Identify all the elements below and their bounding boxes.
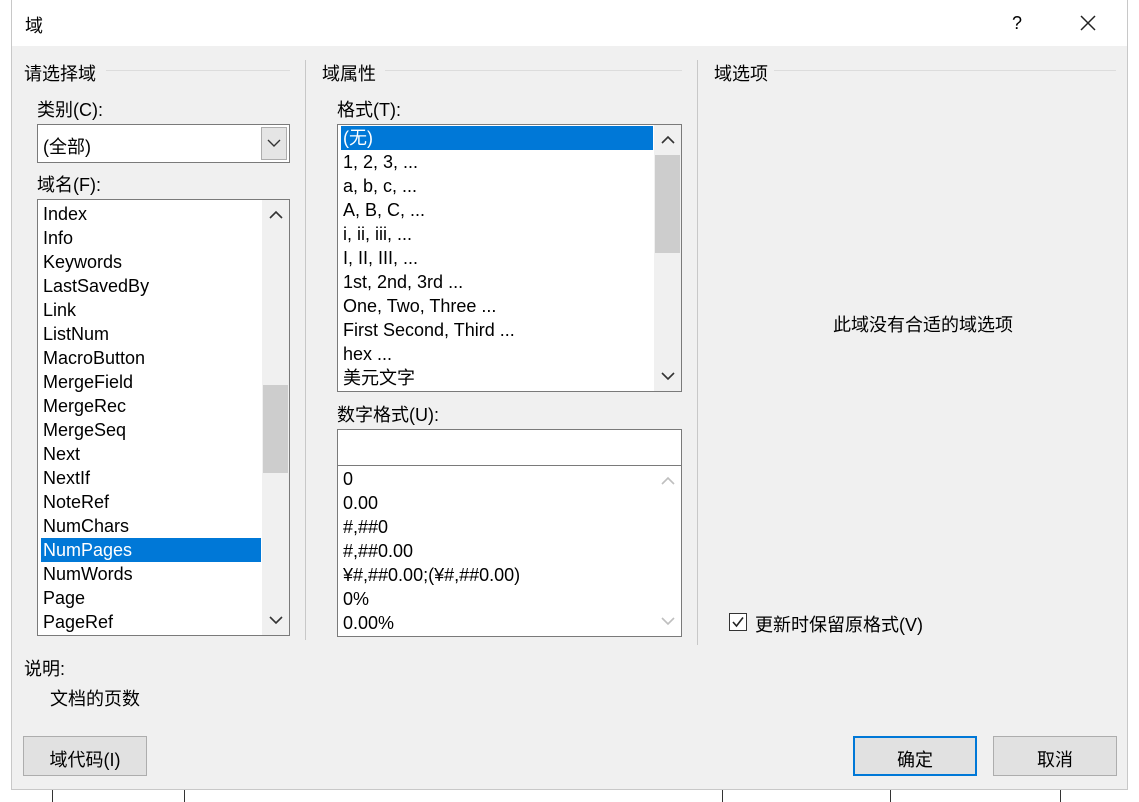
list-item[interactable]: NumChars <box>41 514 261 538</box>
chevron-down-icon <box>267 139 281 147</box>
field-name-list[interactable]: PageRef Page NumWords NumPages NumChars NoteR… <box>37 199 290 636</box>
ruler-tick <box>184 790 185 802</box>
list-item[interactable]: #,##0 <box>341 515 653 539</box>
ok-button-label: 确定 <box>897 750 933 770</box>
numformat-label: 数字格式(U): <box>337 405 439 425</box>
scroll-up-button[interactable] <box>262 203 289 227</box>
close-icon <box>1080 15 1096 31</box>
category-dropdown-button[interactable] <box>261 127 287 160</box>
select-field-group-title: 请选择域 <box>24 64 96 84</box>
list-item[interactable]: ¥#,##0.00;(¥#,##0.00) <box>341 563 653 587</box>
fieldname-label: 域名(F): <box>37 175 101 195</box>
list-item[interactable]: Keywords <box>41 250 261 274</box>
format-list-scrollbar[interactable] <box>654 125 681 391</box>
list-item[interactable]: 1, 2, 3, ... <box>341 150 653 174</box>
list-item[interactable]: MergeRec <box>41 394 261 418</box>
field-codes-button-label: 域代码(I) <box>49 750 121 770</box>
scroll-thumb[interactable] <box>263 385 288 473</box>
cancel-button[interactable]: 取消 <box>993 736 1117 776</box>
chevron-down-icon <box>661 617 675 626</box>
group-divider <box>106 70 290 71</box>
list-item[interactable]: hex ... <box>341 342 653 366</box>
scroll-down-button[interactable] <box>262 608 289 632</box>
field-codes-button[interactable]: 域代码(I) <box>23 736 147 776</box>
field-properties-group-title: 域属性 <box>322 64 376 84</box>
category-label: 类别(C): <box>37 100 103 120</box>
numformat-list[interactable]: 0.00% 0% ¥#,##0.00;(¥#,##0.00) #,##0.00 #,##… <box>337 465 682 637</box>
chevron-up-icon <box>661 476 675 485</box>
list-item[interactable]: First Second, Third ... <box>341 318 653 342</box>
close-button[interactable] <box>1073 8 1103 38</box>
title-bar: 域 ? <box>12 0 1127 46</box>
list-item[interactable]: Index <box>41 202 261 226</box>
ruler-tick <box>890 790 891 802</box>
list-item[interactable]: NumWords <box>41 562 261 586</box>
list-item[interactable]: Info <box>41 226 261 250</box>
list-item[interactable]: 0% <box>341 587 653 611</box>
list-item[interactable]: MergeSeq <box>41 418 261 442</box>
list-item[interactable]: NoteRef <box>41 490 261 514</box>
ruler-tick <box>722 790 723 802</box>
list-item[interactable]: i, ii, iii, ... <box>341 222 653 246</box>
list-item[interactable]: PageRef <box>41 610 261 634</box>
list-item[interactable]: 0.00 <box>341 491 653 515</box>
list-item[interactable]: 0.00% <box>341 611 653 635</box>
numformat-list-scrollbar[interactable] <box>654 466 681 636</box>
group-divider <box>774 70 1116 71</box>
list-item[interactable]: Page <box>41 586 261 610</box>
list-item[interactable]: 美元文字 <box>341 366 653 390</box>
chevron-up-icon <box>269 210 283 219</box>
field-options-group-title: 域选项 <box>714 64 768 84</box>
field-dialog: 域 ? 请选择域 类别(C): (全部) 域名(F): PageRef Page N… <box>11 0 1128 790</box>
chevron-up-icon <box>661 135 675 144</box>
list-item[interactable]: a, b, c, ... <box>341 174 653 198</box>
help-button[interactable]: ? <box>1002 8 1032 38</box>
scroll-down-button[interactable] <box>654 364 681 388</box>
ruler-tick <box>1060 790 1061 802</box>
scroll-down-button[interactable] <box>654 609 681 633</box>
list-item[interactable]: LastSavedBy <box>41 274 261 298</box>
list-item[interactable]: ListNum <box>41 322 261 346</box>
list-item[interactable]: Link <box>41 298 261 322</box>
group-separator <box>305 60 306 640</box>
description-text: 文档的页数 <box>50 689 140 709</box>
category-value: (全部) <box>43 137 91 157</box>
chevron-down-icon <box>269 616 283 625</box>
ok-button[interactable]: 确定 <box>853 736 977 776</box>
list-item[interactable]: NumPages <box>41 538 261 562</box>
group-separator <box>697 60 698 645</box>
list-item[interactable]: #,##0.00 <box>341 539 653 563</box>
list-item[interactable]: MacroButton <box>41 346 261 370</box>
format-label: 格式(T): <box>337 100 401 120</box>
list-item[interactable]: 0 <box>341 467 653 491</box>
preserve-format-label: 更新时保留原格式(V) <box>755 615 923 635</box>
format-list[interactable]: 美元文字 hex ... First Second, Third ... One, T… <box>337 124 682 392</box>
list-item[interactable]: NextIf <box>41 466 261 490</box>
no-options-message: 此域没有合适的域选项 <box>833 315 1013 335</box>
list-item[interactable]: A, B, C, ... <box>341 198 653 222</box>
description-label: 说明: <box>24 659 66 679</box>
category-combo[interactable]: (全部) <box>37 124 290 163</box>
list-item[interactable]: 1st, 2nd, 3rd ... <box>341 270 653 294</box>
list-item[interactable]: One, Two, Three ... <box>341 294 653 318</box>
group-divider <box>385 70 682 71</box>
list-item[interactable]: Next <box>41 442 261 466</box>
field-list-scrollbar[interactable] <box>262 200 289 635</box>
scroll-up-button[interactable] <box>654 469 681 493</box>
chevron-down-icon <box>661 372 675 381</box>
list-item[interactable]: MergeField <box>41 370 261 394</box>
scroll-up-button[interactable] <box>654 128 681 152</box>
list-item[interactable]: (无) <box>341 126 653 150</box>
ruler-tick <box>52 790 53 802</box>
window-title: 域 <box>25 16 43 36</box>
list-item[interactable]: I, II, III, ... <box>341 246 653 270</box>
checkmark-icon <box>732 617 744 628</box>
numformat-input[interactable] <box>337 429 682 466</box>
scroll-thumb[interactable] <box>655 155 680 253</box>
cancel-button-label: 取消 <box>1037 750 1073 770</box>
preserve-format-checkbox[interactable] <box>729 613 747 631</box>
